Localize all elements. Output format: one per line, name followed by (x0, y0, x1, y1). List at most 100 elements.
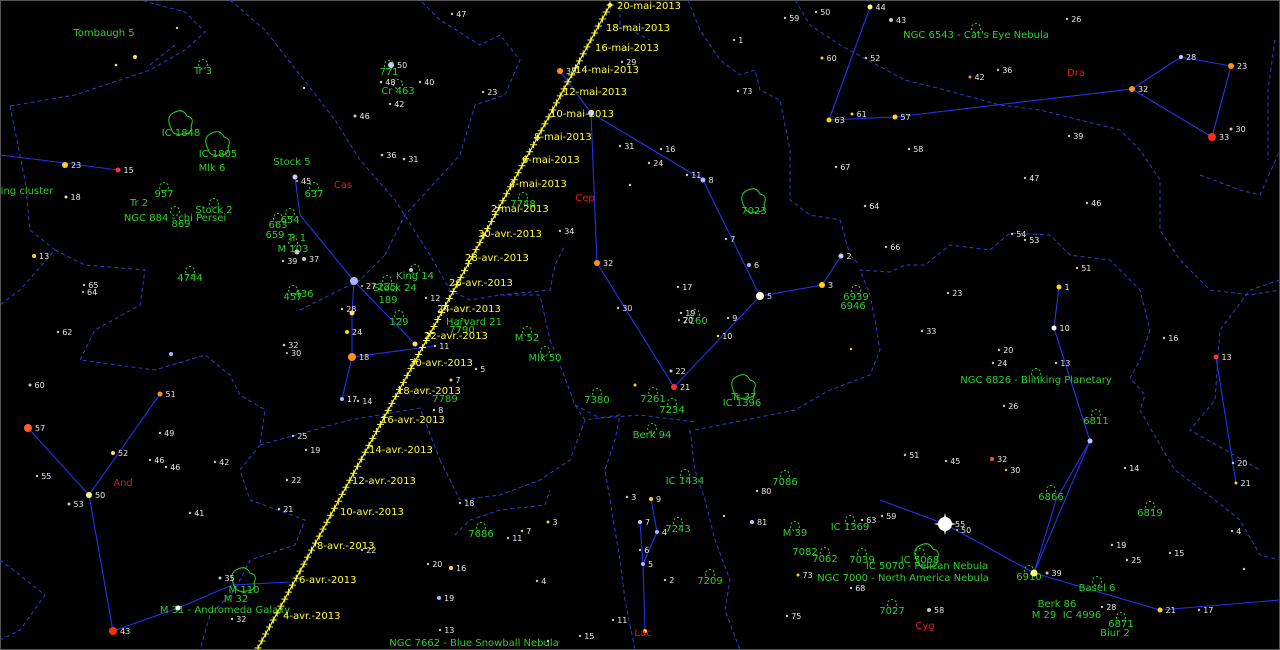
star[interactable] (350, 277, 358, 285)
star[interactable] (1030, 569, 1038, 577)
star-dot (663, 578, 667, 582)
sky-background (0, 0, 1280, 650)
star[interactable] (546, 639, 550, 643)
star-dot (628, 183, 632, 187)
star-dot (281, 259, 285, 263)
dso-object[interactable]: 869 (171, 219, 190, 230)
star-label: 32 (997, 455, 1007, 464)
star-label: 23 (952, 289, 962, 298)
star-dot (302, 257, 306, 261)
star-dot (1157, 607, 1163, 613)
star[interactable] (114, 63, 118, 67)
star-label: 73 (742, 87, 752, 96)
star-label: 51 (909, 451, 919, 460)
star-label: 51 (166, 390, 176, 399)
star-label: 49 (164, 429, 174, 438)
star-label: 15 (124, 166, 134, 175)
constellation-name: Lac (634, 628, 651, 639)
dso-object[interactable]: Tr 2 (129, 198, 148, 209)
star-label: 14 (1129, 464, 1139, 473)
dso-object[interactable]: Biur 2 (1100, 628, 1130, 639)
star[interactable]: 57 (24, 424, 45, 433)
star-label: 36 (1002, 66, 1012, 75)
star-label: 30 (291, 349, 301, 358)
star-label: 51 (1081, 264, 1091, 273)
dso-label: 6819 (1137, 508, 1162, 519)
star-dot (282, 343, 286, 347)
dso-object[interactable]: ing cluster (1, 186, 55, 197)
dso-object[interactable]: IC 4996 (1063, 610, 1102, 621)
star-dot (402, 157, 406, 161)
dso-label: 7261 (640, 394, 665, 405)
star[interactable] (294, 249, 300, 255)
dso-object[interactable]: NGC 7000 - North America Nebula (817, 573, 989, 584)
star-dot (594, 260, 600, 266)
star-dot (946, 291, 950, 295)
star-dot (1168, 551, 1172, 555)
star-dot (111, 451, 115, 455)
star-label: 8 (709, 176, 714, 185)
star-dot (114, 63, 118, 67)
dso-object[interactable]: M 29 (1032, 610, 1057, 621)
star-dot (820, 56, 824, 60)
star-dot (82, 291, 84, 293)
star-dot (426, 562, 430, 566)
dso-label: 637 (304, 189, 323, 200)
star-dot (1010, 232, 1014, 236)
star-label: 45 (950, 457, 960, 466)
dso-object[interactable]: M 32 (224, 594, 249, 605)
star[interactable] (175, 26, 179, 30)
star[interactable]: 33 (1208, 133, 1229, 142)
star[interactable] (1242, 567, 1246, 571)
star-label: 21 (283, 505, 293, 514)
star-label: 10 (1060, 324, 1070, 333)
dso-label: 436 (294, 289, 313, 300)
star-dot (826, 117, 832, 123)
star-label: 14 (362, 397, 372, 406)
star-dot (437, 596, 441, 600)
star[interactable] (412, 341, 418, 347)
star[interactable] (633, 383, 637, 387)
sky-chart-canvas[interactable]: Tombaugh 5Tr 3 771Cr 463IC 1848IC 1805Mlk… (0, 0, 1280, 650)
dso-object[interactable]: Berk 86 (1038, 599, 1077, 610)
star[interactable] (849, 347, 853, 351)
dso-object[interactable]: 659 (265, 230, 284, 241)
star[interactable] (175, 605, 181, 611)
dso-label: 129 (389, 317, 408, 328)
star[interactable] (409, 268, 413, 272)
comet-date-label: 6-mai-2013 (522, 155, 580, 166)
star-dot (1002, 404, 1006, 408)
star-dot (418, 80, 422, 84)
star[interactable] (1087, 438, 1093, 444)
dso-object[interactable]: IC 1396 (723, 398, 762, 409)
star-dot (641, 562, 645, 566)
star[interactable] (133, 55, 137, 59)
star[interactable]: 18 (348, 353, 369, 362)
star[interactable] (628, 183, 632, 187)
dso-object[interactable]: 436 (294, 289, 313, 300)
constellation-name: Dra (1067, 68, 1085, 79)
star[interactable] (302, 86, 306, 90)
star[interactable] (169, 352, 173, 356)
comet-date-label: 30-avr.-2013 (478, 229, 542, 240)
dso-object[interactable]: Tombaugh 5 (72, 28, 134, 39)
star-label: 33 (1219, 133, 1229, 142)
dso-object[interactable]: 189 (378, 295, 397, 306)
star-dot (633, 383, 637, 387)
dso-label: Cr 463 (381, 86, 414, 97)
star-dot (62, 162, 68, 168)
star[interactable] (722, 514, 726, 518)
star-dot (716, 334, 720, 338)
dso-label: 957 (154, 189, 173, 200)
star-dot (345, 330, 349, 334)
star-label: 22 (676, 367, 686, 376)
dso-object[interactable]: NGC 7662 - Blue Snowball Nebula (389, 638, 559, 649)
dso-object[interactable]: Stock 24 (373, 283, 417, 294)
star[interactable]: 43 (109, 627, 130, 636)
dso-object[interactable]: 6946 (840, 301, 865, 312)
dso-object[interactable]: Mlk 6 (199, 163, 226, 174)
dso-object[interactable]: Stock 5 (273, 157, 310, 168)
star-dot (867, 4, 873, 10)
star-label: 27 (366, 282, 376, 291)
star[interactable] (292, 174, 298, 180)
